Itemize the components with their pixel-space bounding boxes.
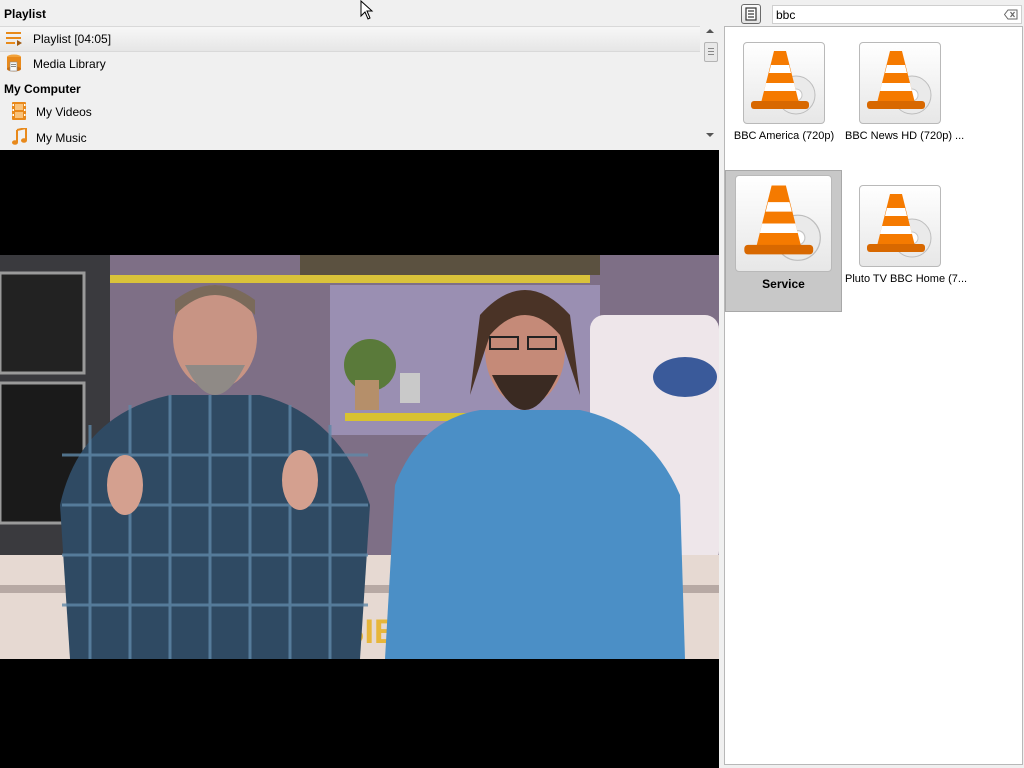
sidebar: Playlist Playlist [04:05] Media Library xyxy=(0,0,719,150)
result-title: Pluto TV BBC Home (7... xyxy=(845,273,968,285)
vlc-cone-disc-icon xyxy=(744,185,821,261)
video-output[interactable]: T BIE xyxy=(0,150,719,768)
playlist-section-header: Playlist xyxy=(4,7,47,21)
result-thumbnail xyxy=(859,185,941,267)
sidebar-item-label: Playlist [04:05] xyxy=(33,32,112,46)
search-box[interactable] xyxy=(772,5,1022,24)
sidebar-item-label: Media Library xyxy=(33,57,106,71)
result-tile[interactable]: BBC News HD (720p) ... xyxy=(845,42,965,142)
vlc-cone-disc-icon xyxy=(751,51,816,115)
my-computer-section-header: My Computer xyxy=(4,82,81,96)
sidebar-item-media-library[interactable]: Media Library xyxy=(0,52,700,76)
result-thumbnail xyxy=(859,42,941,124)
video-frame: T BIE xyxy=(0,255,719,659)
result-tile-selected[interactable]: Service xyxy=(725,170,842,312)
vlc-cone-disc-icon xyxy=(867,51,932,115)
result-thumbnail xyxy=(735,175,832,272)
sidebar-scrollbar[interactable] xyxy=(702,26,718,146)
playlist-icon xyxy=(5,30,23,49)
film-icon xyxy=(11,101,27,123)
vlc-cone-disc-icon xyxy=(867,194,932,258)
result-tile[interactable]: BBC America (720p) xyxy=(729,42,839,142)
result-title: Service xyxy=(762,277,805,291)
result-thumbnail xyxy=(743,42,825,124)
list-view-icon xyxy=(745,7,757,21)
result-title: BBC America (720p) xyxy=(733,130,835,142)
view-mode-button[interactable] xyxy=(741,4,761,24)
clear-search-icon[interactable] xyxy=(1003,9,1018,23)
sidebar-item-label: My Music xyxy=(36,131,87,145)
sidebar-item-label: My Videos xyxy=(36,105,92,119)
search-input[interactable] xyxy=(776,7,996,22)
mouse-cursor-icon xyxy=(360,0,374,20)
result-title: BBC News HD (720p) ... xyxy=(845,130,965,142)
media-library-icon xyxy=(5,53,23,76)
sidebar-item-my-music[interactable]: My Music xyxy=(0,126,700,150)
scroll-down-arrow-icon[interactable] xyxy=(706,133,714,137)
sidebar-item-playlist[interactable]: Playlist [04:05] xyxy=(0,26,700,52)
scrollbar-thumb[interactable] xyxy=(704,42,718,62)
sidebar-item-my-videos[interactable]: My Videos xyxy=(0,100,700,124)
scroll-up-arrow-icon[interactable] xyxy=(706,29,714,33)
result-tile[interactable]: Pluto TV BBC Home (7... xyxy=(845,185,968,285)
music-note-icon xyxy=(11,126,27,149)
